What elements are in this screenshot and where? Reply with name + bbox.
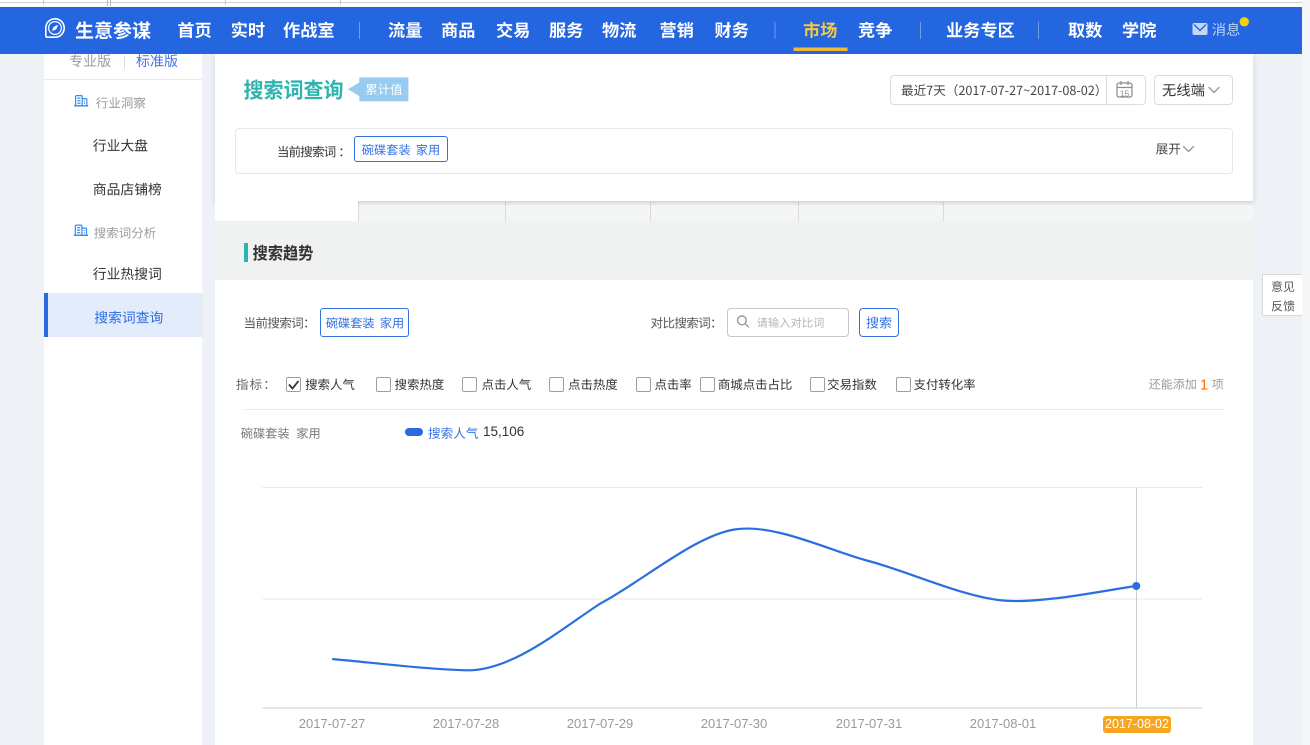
svg-text:15: 15 (1120, 89, 1130, 99)
svg-text:1: 1 (1200, 378, 1208, 394)
